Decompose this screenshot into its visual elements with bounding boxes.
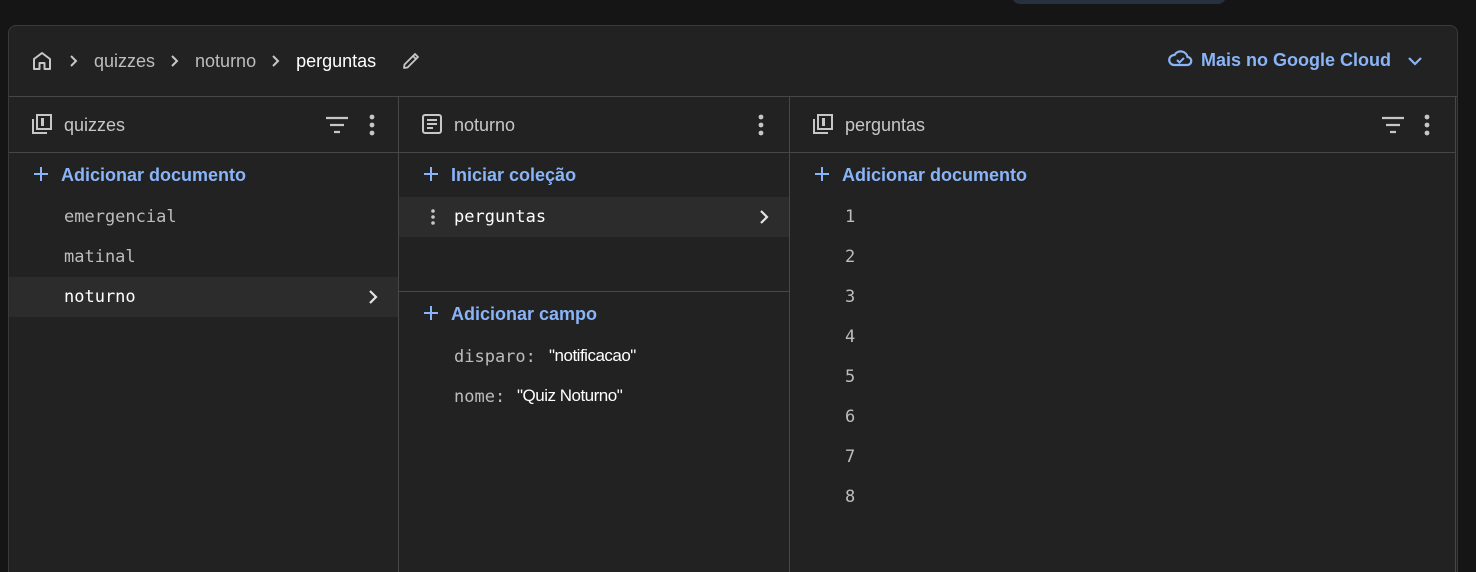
plus-icon	[423, 305, 439, 321]
chevron-right-icon	[54, 54, 94, 68]
start-collection-label: Iniciar coleção	[451, 165, 577, 185]
cloud-icon	[1167, 48, 1193, 73]
column-title: perguntas	[845, 115, 926, 135]
column-title: noturno	[454, 115, 516, 135]
add-document-label: Adicionar documento	[61, 165, 247, 185]
column-header: perguntas	[790, 97, 1455, 153]
field-row[interactable]: nome: "Quiz Noturno"	[399, 376, 789, 416]
add-field-label: Adicionar campo	[451, 304, 598, 324]
list-item[interactable]: matinal	[9, 237, 398, 277]
kebab-icon[interactable]	[430, 207, 436, 227]
firestore-panel: quizzes noturno perguntas Mais no Google…	[8, 25, 1458, 572]
kebab-icon[interactable]	[756, 113, 766, 137]
more-google-cloud-label: Mais no Google Cloud	[1201, 50, 1391, 70]
list-item[interactable]: 4	[790, 317, 1455, 357]
field-value: "notificacao"	[549, 346, 636, 365]
field-name: nome:	[454, 387, 506, 407]
start-collection-button[interactable]: Iniciar coleção	[399, 153, 789, 197]
breadcrumb-perguntas: perguntas	[296, 50, 377, 71]
list-item[interactable]: emergencial	[9, 197, 398, 237]
list-item[interactable]: 5	[790, 357, 1455, 397]
subcollections-section: Iniciar coleção perguntas	[399, 153, 789, 292]
list-item[interactable]: 7	[790, 437, 1455, 477]
document-id: matinal	[64, 247, 136, 267]
column-header: noturno	[399, 97, 789, 153]
document-id: 2	[845, 247, 856, 267]
panel-header: quizzes noturno perguntas Mais no Google…	[9, 26, 1457, 97]
kebab-icon[interactable]	[367, 113, 377, 137]
list-item[interactable]: 6	[790, 397, 1455, 437]
column-header: quizzes	[9, 97, 398, 153]
list-item[interactable]: 2	[790, 237, 1455, 277]
field-row[interactable]: disparo: "notificacao"	[399, 336, 789, 376]
plus-icon	[33, 166, 49, 182]
filter-icon[interactable]	[1380, 113, 1406, 137]
field-value: "Quiz Noturno"	[517, 386, 623, 405]
list-item[interactable]: 8	[790, 477, 1455, 517]
list-item-selected[interactable]: noturno	[9, 277, 398, 317]
document-id: 7	[845, 447, 856, 467]
chevron-right-icon	[256, 54, 296, 68]
document-id: noturno	[64, 287, 136, 307]
column-quizzes: quizzes Adicionar documento emergencial …	[9, 97, 399, 572]
add-document-label: Adicionar documento	[842, 165, 1028, 185]
plus-icon	[423, 166, 439, 182]
collection-icon	[31, 113, 53, 135]
collection-id: perguntas	[454, 207, 547, 227]
breadcrumb-noturno[interactable]: noturno	[195, 51, 256, 72]
document-id: emergencial	[64, 207, 177, 227]
list-item[interactable]: 3	[790, 277, 1455, 317]
column-noturno: noturno Iniciar coleção perguntas Adicio…	[399, 97, 790, 572]
kebab-icon[interactable]	[1422, 113, 1432, 137]
top-tab-indicator	[1012, 0, 1226, 4]
list-item[interactable]: 1	[790, 197, 1455, 237]
plus-icon	[814, 166, 830, 182]
document-id: 3	[845, 287, 856, 307]
breadcrumb-quizzes[interactable]: quizzes	[94, 51, 155, 72]
add-document-button[interactable]: Adicionar documento	[9, 153, 398, 197]
chevron-right-icon	[366, 289, 380, 305]
collection-icon	[812, 113, 834, 135]
filter-icon[interactable]	[324, 113, 350, 137]
chevron-right-icon	[757, 209, 771, 225]
chevron-right-icon	[155, 54, 195, 68]
field-name: disparo:	[454, 347, 536, 367]
column-perguntas: perguntas Adicionar documento 1 2 3 4 5 …	[790, 97, 1456, 572]
column-title: quizzes	[64, 115, 126, 135]
document-id: 4	[845, 327, 856, 347]
document-icon	[421, 113, 443, 135]
add-field-button[interactable]: Adicionar campo	[399, 292, 789, 336]
document-id: 1	[845, 207, 856, 227]
document-id: 5	[845, 367, 856, 387]
breadcrumb: quizzes noturno perguntas	[30, 46, 422, 76]
list-item-selected[interactable]: perguntas	[399, 197, 789, 237]
pencil-icon[interactable]	[400, 50, 422, 72]
document-id: 6	[845, 407, 856, 427]
add-document-button[interactable]: Adicionar documento	[790, 153, 1455, 197]
more-google-cloud-button[interactable]: Mais no Google Cloud	[1167, 48, 1423, 73]
document-id: 8	[845, 487, 856, 507]
chevron-down-icon	[1407, 50, 1423, 71]
home-icon[interactable]	[30, 49, 54, 73]
